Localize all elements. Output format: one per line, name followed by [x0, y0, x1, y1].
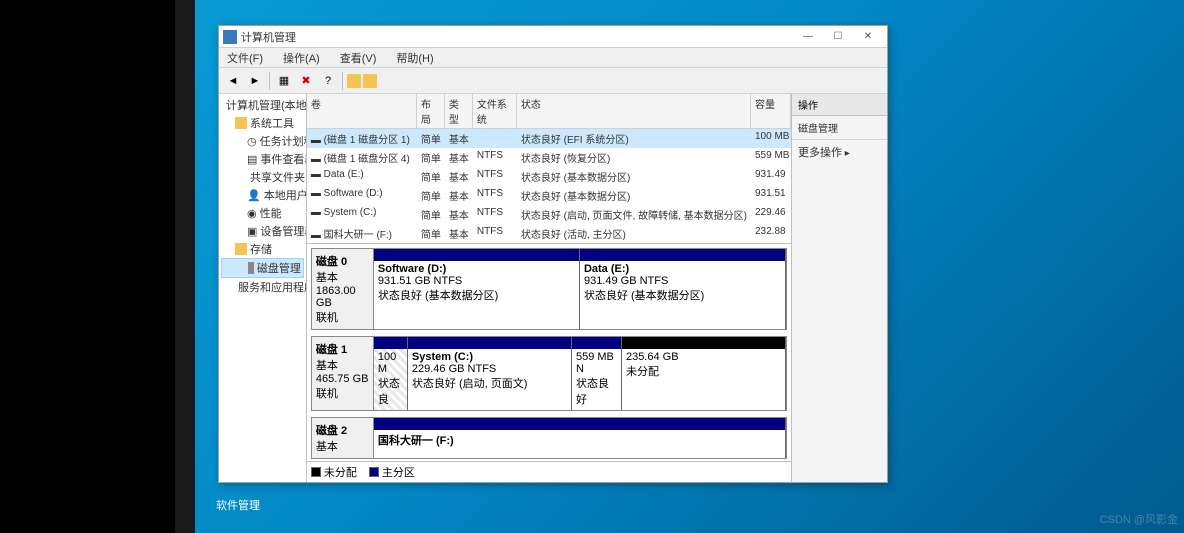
tree-performance[interactable]: ◉ 性能: [221, 204, 304, 222]
disk-1-row[interactable]: 磁盘 1 基本 465.75 GB 联机 100 M 状态良: [311, 336, 787, 411]
action-more[interactable]: 更多操作 ▸: [792, 140, 887, 164]
help-button[interactable]: ?: [318, 71, 338, 91]
partition-software-d[interactable]: Software (D:) 931.51 GB NTFS 状态良好 (基本数据分…: [374, 249, 580, 329]
disk-1-label: 磁盘 1 基本 465.75 GB 联机: [312, 337, 374, 410]
partition-system-c[interactable]: System (C:) 229.46 GB NTFS 状态良好 (启动, 页面文…: [408, 337, 572, 410]
legend: 未分配 主分区: [307, 461, 791, 482]
disk-2-row[interactable]: 磁盘 2 基本 国科大研一 (F:): [311, 417, 787, 459]
detail-view-button[interactable]: [363, 74, 377, 88]
tree-system-tools[interactable]: 系统工具: [221, 114, 304, 132]
legend-primary-icon: [369, 467, 379, 477]
disk-management-window: 计算机管理 — ☐ ✕ 文件(F) 操作(A) 查看(V) 帮助(H) ◄ ► …: [218, 25, 888, 483]
maximize-button[interactable]: ☐: [823, 27, 853, 47]
col-type[interactable]: 类型: [445, 94, 473, 128]
volume-row[interactable]: ▬ System (C:)简单基本NTFS状态良好 (启动, 页面文件, 故障转…: [307, 205, 791, 224]
volume-row[interactable]: ▬ Software (D:)简单基本NTFS状态良好 (基本数据分区)931.…: [307, 186, 791, 205]
toolbar: ◄ ► ▦ ✖ ?: [219, 68, 887, 94]
tree-shared-folders[interactable]: 共享文件夹: [221, 168, 304, 186]
partition-recovery[interactable]: 559 MB N 状态良好: [572, 337, 622, 410]
volume-row[interactable]: ▬ (磁盘 1 磁盘分区 1)简单基本状态良好 (EFI 系统分区)100 MB: [307, 129, 791, 148]
refresh-button[interactable]: ✖: [296, 71, 316, 91]
partition-unallocated[interactable]: 235.64 GB 未分配: [622, 337, 786, 410]
list-view-button[interactable]: [347, 74, 361, 88]
actions-header: 操作: [792, 94, 887, 116]
col-capacity[interactable]: 容量: [751, 94, 791, 128]
tree-services-apps[interactable]: 服务和应用程序: [221, 278, 304, 296]
disk-icon: [248, 262, 254, 274]
volume-row[interactable]: ▬ (磁盘 1 磁盘分区 4)简单基本NTFS状态良好 (恢复分区)559 MB: [307, 148, 791, 167]
legend-primary-label: 主分区: [382, 464, 415, 480]
forward-button[interactable]: ►: [245, 71, 265, 91]
volume-list[interactable]: 卷 布局 类型 文件系统 状态 容量 ▬ (磁盘 1 磁盘分区 1)简单基本状态…: [307, 94, 791, 244]
folder-icon: [235, 117, 247, 129]
menu-help[interactable]: 帮助(H): [392, 48, 437, 68]
show-hide-tree-button[interactable]: ▦: [274, 71, 294, 91]
tree-disk-management[interactable]: 磁盘管理: [221, 258, 304, 278]
col-status[interactable]: 状态: [517, 94, 751, 128]
tree-event-viewer[interactable]: ▤ 事件查看器: [221, 150, 304, 168]
actions-panel: 操作 磁盘管理 更多操作 ▸: [791, 94, 887, 482]
menu-action[interactable]: 操作(A): [279, 48, 324, 68]
tree-root[interactable]: 计算机管理(本地): [221, 96, 304, 114]
back-button[interactable]: ◄: [223, 71, 243, 91]
tree-storage[interactable]: 存储: [221, 240, 304, 258]
col-filesystem[interactable]: 文件系统: [473, 94, 517, 128]
disk-0-row[interactable]: 磁盘 0 基本 1863.00 GB 联机 Software (D:) 931.…: [311, 248, 787, 330]
titlebar[interactable]: 计算机管理 — ☐ ✕: [219, 26, 887, 48]
close-button[interactable]: ✕: [853, 27, 883, 47]
col-layout[interactable]: 布局: [417, 94, 445, 128]
menu-file[interactable]: 文件(F): [223, 48, 267, 68]
partition-f[interactable]: 国科大研一 (F:): [374, 418, 786, 458]
window-title: 计算机管理: [241, 29, 793, 45]
watermark: CSDN @风影金: [1100, 511, 1178, 527]
legend-unallocated-icon: [311, 467, 321, 477]
menubar: 文件(F) 操作(A) 查看(V) 帮助(H): [219, 48, 887, 68]
volume-list-header: 卷 布局 类型 文件系统 状态 容量: [307, 94, 791, 129]
col-volume[interactable]: 卷: [307, 94, 417, 128]
tree-task-scheduler[interactable]: ◷ 任务计划程序: [221, 132, 304, 150]
partition-data-e[interactable]: Data (E:) 931.49 GB NTFS 状态良好 (基本数据分区): [580, 249, 786, 329]
disk-graphical-view[interactable]: 磁盘 0 基本 1863.00 GB 联机 Software (D:) 931.…: [307, 244, 791, 461]
action-disk-mgmt[interactable]: 磁盘管理: [792, 116, 887, 140]
app-icon: [223, 30, 237, 44]
partition-efi[interactable]: 100 M 状态良: [374, 337, 408, 410]
legend-unallocated-label: 未分配: [324, 464, 357, 480]
minimize-button[interactable]: —: [793, 27, 823, 47]
tree-local-users[interactable]: 👤 本地用户和组: [221, 186, 304, 204]
volume-row[interactable]: ▬ Data (E:)简单基本NTFS状态良好 (基本数据分区)931.49: [307, 167, 791, 186]
menu-view[interactable]: 查看(V): [336, 48, 381, 68]
tree-device-manager[interactable]: ▣ 设备管理器: [221, 222, 304, 240]
folder-icon: [235, 243, 247, 255]
disk-0-label: 磁盘 0 基本 1863.00 GB 联机: [312, 249, 374, 329]
volume-row[interactable]: ▬ 国科大研一 (F:)简单基本NTFS状态良好 (活动, 主分区)232.88: [307, 224, 791, 243]
taskbar-item[interactable]: 软件管理: [210, 497, 260, 513]
disk-2-label: 磁盘 2 基本: [312, 418, 374, 458]
navigation-tree[interactable]: 计算机管理(本地) 系统工具 ◷ 任务计划程序 ▤ 事件查看器 共享文件夹 👤 …: [219, 94, 307, 482]
